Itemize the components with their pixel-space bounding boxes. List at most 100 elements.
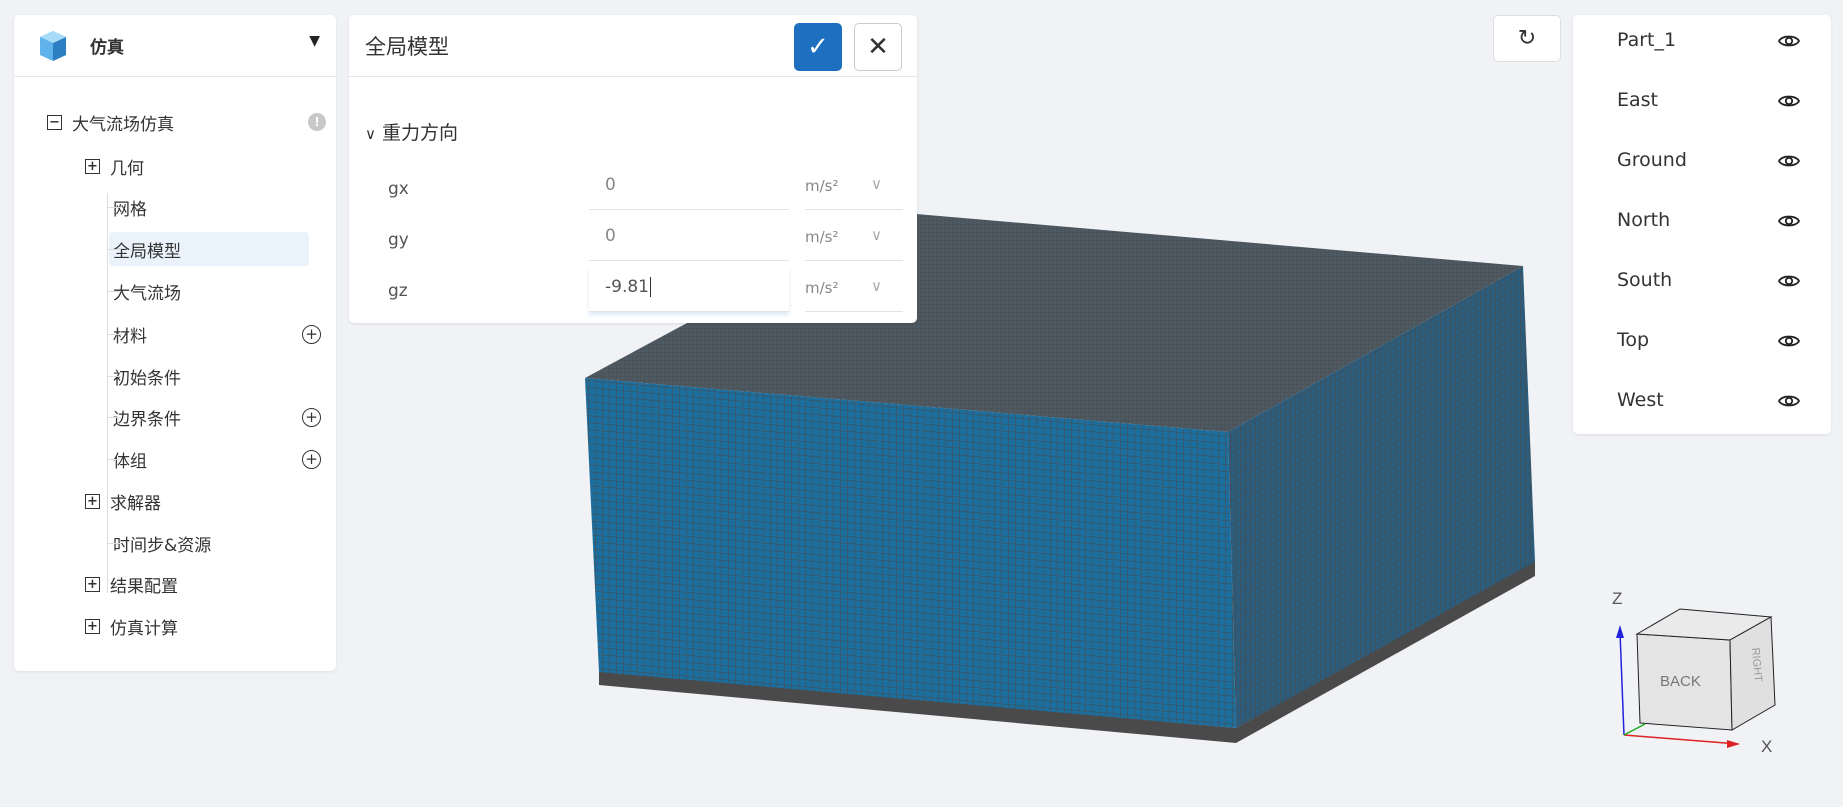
panel-title: 全局模型 [365,34,449,59]
tree-guide-tick [107,459,121,460]
expand-icon[interactable]: + [85,493,100,509]
orientation-cube[interactable]: BACK RIGHT [1635,608,1776,731]
tree-item[interactable]: 边界条件 [113,400,181,434]
eye-visibility-icon[interactable] [1778,33,1800,49]
check-icon: ✓ [807,32,829,62]
tree-item-label: 几何 [110,158,144,179]
gz-input[interactable]: -9.81 [589,267,789,312]
tree-item[interactable]: + 结果配置 [85,567,178,601]
eye-visibility-icon[interactable] [1778,153,1800,169]
expand-icon[interactable]: + [85,576,100,592]
tree-item[interactable]: − 大气流场仿真 [47,105,174,139]
expand-icon[interactable]: + [85,158,100,174]
tree-guide-tick [107,543,121,544]
gravity-section-header[interactable]: ∨ 重力方向 [365,118,458,145]
tree-item-label: 边界条件 [113,409,181,430]
part-name: Ground [1617,149,1687,171]
eye-visibility-icon[interactable] [1778,213,1800,229]
field-value: -9.81 [605,277,649,297]
field-label: gz [388,281,408,301]
tree-item-label: 全局模型 [113,241,181,262]
close-button[interactable]: ✕ [854,23,902,71]
add-circle-icon[interactable]: + [302,325,321,344]
unit-label: m/s² [805,177,839,195]
simulation-sidebar: 仿真 ▼ − 大气流场仿真! + 几何 网格 全局模型 大气流场 材料 + 初始条件 边界条件 + 体组… [14,15,336,671]
tree-item[interactable]: 全局模型 [109,232,309,266]
unit-select[interactable]: m/s² ∨ [805,216,903,261]
gravity-field-row: gy 0 m/s² ∨ [349,216,917,266]
warning-icon: ! [308,113,326,131]
tree-guide-line [107,193,108,593]
global-model-panel: 全局模型 ✓ ✕ ∨ 重力方向 gx 0 m/s² ∨ gy 0 m/s² ∨ gz -… [349,15,917,323]
eye-visibility-icon[interactable] [1778,93,1800,109]
chevron-down-icon: ∨ [871,226,882,244]
z-axis-arrow [1616,625,1624,638]
tree-item[interactable]: 大气流场 [113,274,181,308]
add-circle-icon[interactable]: + [302,450,321,469]
part-name: South [1617,269,1673,291]
tree-guide-tick [107,334,121,335]
tree-guide-tick [107,376,121,377]
tree-item-label: 结果配置 [110,576,178,597]
chevron-down-icon: ∨ [871,277,882,295]
tree-item-label: 大气流场 [113,283,181,304]
part-name: Top [1617,329,1650,351]
add-circle-icon[interactable]: + [302,408,321,427]
tree-guide-tick [107,417,121,418]
gx-input[interactable]: 0 [589,165,789,210]
part-name: North [1617,209,1671,231]
chevron-down-icon: ∨ [871,175,882,193]
sidebar-title: 仿真 [90,38,124,58]
refresh-icon: ↻ [1517,26,1537,51]
mesh-front-face [585,378,1236,728]
parts-visibility-list: Part_1 East Ground North South Top West [1573,15,1831,434]
section-title: 重力方向 [382,122,459,144]
tree-item[interactable]: 时间步&资源 [113,526,211,560]
gy-input[interactable]: 0 [589,216,789,261]
part-name: West [1617,389,1664,411]
reset-view-button[interactable]: ↻ [1493,15,1561,62]
expand-icon[interactable]: + [85,618,100,634]
tree-guide-tick [107,291,121,292]
unit-label: m/s² [805,228,839,246]
tree-guide-tick [107,249,121,250]
gravity-field-row: gz -9.81 m/s² ∨ [349,267,917,317]
tree-item-label: 初始条件 [113,368,181,389]
tree-item-label: 时间步&资源 [113,535,212,556]
tree-item[interactable]: + 几何 [85,149,144,183]
unit-select[interactable]: m/s² ∨ [805,165,903,210]
part-name: East [1617,89,1658,111]
field-label: gx [388,179,409,199]
y-axis-line [1623,723,1646,736]
tree-item-label: 仿真计算 [110,618,178,639]
tree-item[interactable]: + 求解器 [85,484,161,518]
chevron-down-icon: ∨ [365,125,376,143]
cube-logo-icon [40,30,66,61]
z-axis-line [1619,631,1625,736]
part-name: Part_1 [1617,29,1677,51]
tree-item[interactable]: + 仿真计算 [85,609,178,643]
field-label: gy [388,230,409,250]
z-axis-label: Z [1612,589,1622,608]
sidebar-header[interactable]: 仿真 ▼ [14,15,336,77]
dropdown-caret-icon[interactable]: ▼ [309,33,320,49]
eye-visibility-icon[interactable] [1778,333,1800,349]
gravity-field-row: gx 0 m/s² ∨ [349,165,917,215]
tree-item-label: 求解器 [110,493,161,514]
x-axis-line [1623,734,1739,745]
unit-label: m/s² [805,279,839,297]
tree-guide-tick [107,207,121,208]
x-axis-arrow [1727,740,1740,748]
eye-visibility-icon[interactable] [1778,393,1800,409]
confirm-button[interactable]: ✓ [794,23,842,71]
field-value: 0 [605,226,616,246]
eye-visibility-icon[interactable] [1778,273,1800,289]
close-icon: ✕ [867,32,889,62]
tree-item[interactable]: 初始条件 [113,359,181,393]
cube-face-back: BACK [1660,673,1701,690]
field-value: 0 [605,175,616,195]
collapse-icon[interactable]: − [47,114,62,130]
x-axis-label: X [1761,737,1772,756]
tree-item-label: 大气流场仿真 [72,114,174,135]
unit-select[interactable]: m/s² ∨ [805,267,903,312]
